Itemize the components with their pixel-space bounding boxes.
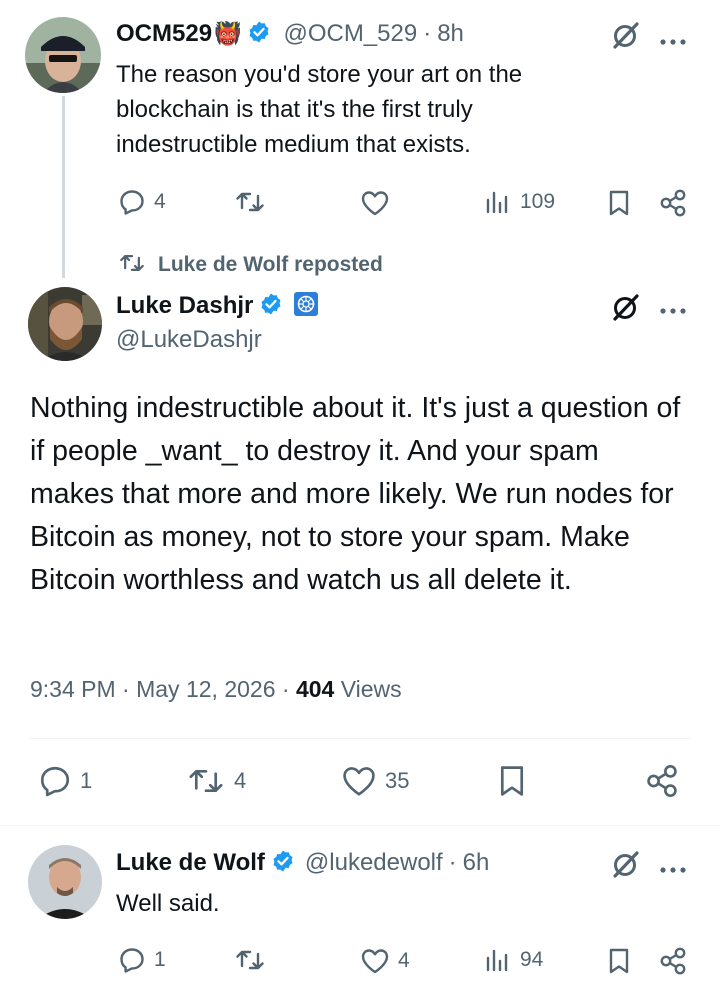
timestamp-separator: · bbox=[122, 676, 130, 702]
thread-line bbox=[62, 96, 65, 278]
share-icon[interactable] bbox=[658, 188, 688, 223]
tweet3-views-count: 94 bbox=[520, 948, 544, 971]
verified-badge-icon bbox=[271, 849, 295, 878]
main-tweet-repost-count: 4 bbox=[234, 768, 247, 793]
reply-icon bbox=[38, 764, 72, 798]
main-tweet-reply-count: 1 bbox=[80, 768, 93, 793]
tweet1-reply-count: 4 bbox=[154, 190, 166, 213]
repost-icon bbox=[186, 764, 226, 798]
tweet1-separator: · bbox=[423, 20, 432, 47]
grok-icon[interactable] bbox=[611, 20, 641, 55]
tweet1-header: OCM529 👹 @OCM_529 · 8h bbox=[116, 18, 464, 50]
tweet1-views[interactable]: 109 bbox=[484, 188, 555, 216]
main-tweet-text: Nothing indestructible about it. It's ju… bbox=[30, 392, 681, 596]
tweet3-time[interactable]: 6h bbox=[463, 849, 490, 877]
like-icon bbox=[341, 764, 377, 798]
main-tweet-header: Luke Dashjr bbox=[116, 290, 319, 322]
bookmark-icon[interactable] bbox=[606, 189, 632, 222]
tweet1-text: The reason you'd store your art on the b… bbox=[116, 61, 523, 158]
tweet3-handle[interactable]: @lukedewolf bbox=[305, 849, 443, 877]
share-icon[interactable] bbox=[658, 946, 688, 981]
tweet1-handle[interactable]: @OCM_529 bbox=[283, 20, 417, 48]
repost-icon bbox=[118, 251, 146, 280]
tweet3-separator: · bbox=[448, 849, 457, 876]
bookmark-icon[interactable] bbox=[496, 764, 528, 803]
main-tweet-author-name[interactable]: Luke Dashjr bbox=[116, 292, 253, 320]
divider bbox=[0, 825, 720, 826]
verified-badge-icon bbox=[247, 20, 271, 49]
reply-icon bbox=[118, 946, 146, 974]
repost-icon bbox=[234, 188, 266, 216]
avatar-lukedewolf[interactable] bbox=[28, 845, 102, 919]
main-tweet-like[interactable]: 35 bbox=[341, 764, 409, 798]
like-icon bbox=[360, 189, 390, 217]
like-icon bbox=[360, 947, 390, 975]
tweet3-views[interactable]: 94 bbox=[484, 946, 543, 974]
reply-icon bbox=[118, 188, 146, 216]
main-tweet-views-label: Views bbox=[340, 676, 402, 702]
grok-icon[interactable] bbox=[611, 849, 641, 884]
main-tweet-views-count: 404 bbox=[295, 676, 335, 702]
more-dots-icon[interactable] bbox=[659, 861, 687, 879]
tweet1-time[interactable]: 8h bbox=[437, 20, 464, 48]
grok-icon[interactable] bbox=[611, 292, 641, 327]
tweet3-reply[interactable]: 1 bbox=[118, 946, 166, 974]
timestamp-separator: · bbox=[281, 676, 290, 702]
tweet1-name-emoji: 👹 bbox=[214, 21, 242, 46]
repost-icon bbox=[234, 946, 266, 974]
tweet3-header: Luke de Wolf @lukedewolf · 6h bbox=[116, 847, 489, 879]
main-tweet-reply[interactable]: 1 bbox=[38, 764, 92, 798]
bookmark-icon[interactable] bbox=[606, 947, 632, 980]
more-dots-icon[interactable] bbox=[659, 33, 687, 51]
more-dots-icon[interactable] bbox=[659, 302, 687, 320]
views-icon bbox=[484, 946, 512, 974]
main-tweet-time[interactable]: 9:34 PM bbox=[30, 676, 116, 702]
tweet3-like[interactable]: 4 bbox=[360, 947, 410, 975]
main-tweet-date[interactable]: May 12, 2026 bbox=[136, 676, 275, 702]
avatar-ocm529[interactable] bbox=[25, 17, 101, 93]
tweet3-author-name[interactable]: Luke de Wolf bbox=[116, 849, 265, 877]
tweet3-like-count: 4 bbox=[398, 949, 410, 972]
main-tweet-like-count: 35 bbox=[385, 768, 410, 793]
tweet1-repost[interactable] bbox=[234, 188, 274, 216]
affiliate-badge-icon[interactable] bbox=[293, 291, 319, 322]
tweet1-author-name[interactable]: OCM529 bbox=[116, 20, 212, 48]
repost-label[interactable]: Luke de Wolf reposted bbox=[158, 253, 383, 277]
tweet1-reply[interactable]: 4 bbox=[118, 188, 166, 216]
tweet3-reply-count: 1 bbox=[154, 948, 166, 971]
share-icon[interactable] bbox=[644, 763, 680, 804]
main-tweet-timestamp: 9:34 PM · May 12, 2026 · 404 Views bbox=[30, 676, 402, 703]
avatar-lukedashjr[interactable] bbox=[28, 287, 102, 361]
views-icon bbox=[484, 188, 512, 216]
tweet3-text: Well said. bbox=[116, 890, 220, 917]
repost-banner: Luke de Wolf reposted bbox=[118, 252, 383, 278]
tweet3-repost[interactable] bbox=[234, 946, 266, 974]
tweet1-like[interactable] bbox=[360, 189, 398, 217]
main-tweet-repost[interactable]: 4 bbox=[186, 764, 246, 798]
verified-badge-icon bbox=[259, 292, 283, 321]
divider bbox=[30, 738, 690, 739]
tweet1-views-count: 109 bbox=[520, 190, 556, 213]
main-tweet-handle[interactable]: @LukeDashjr bbox=[116, 326, 262, 354]
